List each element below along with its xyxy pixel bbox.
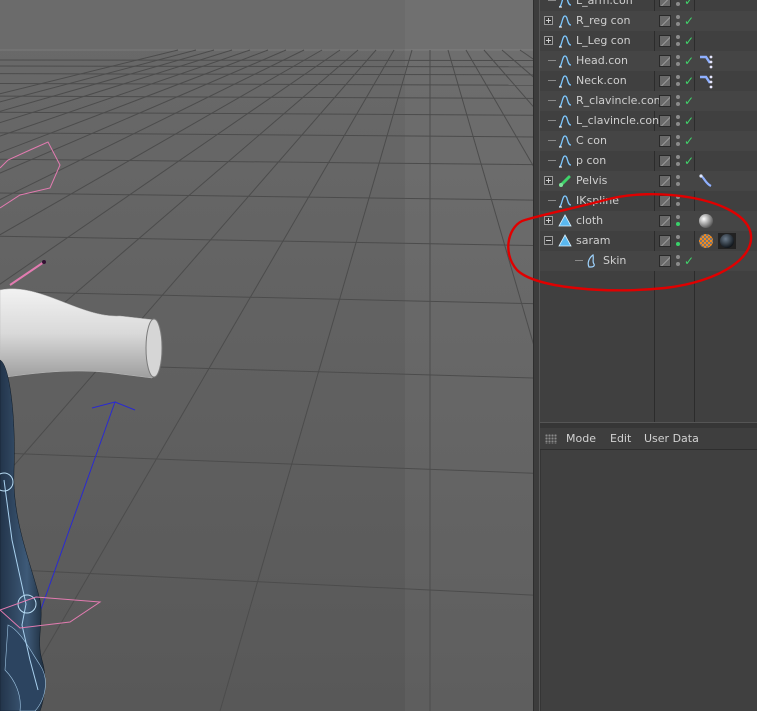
attribute-manager-panel bbox=[540, 450, 757, 711]
visibility-dots[interactable] bbox=[676, 115, 680, 127]
visibility-dots[interactable] bbox=[676, 135, 680, 147]
tree-branch-line bbox=[548, 60, 556, 61]
visibility-dots[interactable] bbox=[676, 155, 680, 167]
enabled-check-icon[interactable]: ✓ bbox=[684, 0, 694, 11]
sleeve-opening bbox=[145, 318, 163, 378]
enabled-check-icon[interactable]: ✓ bbox=[684, 91, 694, 111]
menu-user-data[interactable]: User Data bbox=[644, 432, 699, 445]
object-row-r-reg-con[interactable]: R_reg con ✓ bbox=[540, 11, 757, 31]
menu-edit[interactable]: Edit bbox=[610, 432, 631, 445]
layer-swatch[interactable] bbox=[659, 95, 671, 107]
red-annotation-circle bbox=[507, 193, 753, 292]
enabled-check-icon[interactable]: ✓ bbox=[684, 131, 694, 151]
spline-icon bbox=[558, 114, 572, 128]
spline-icon bbox=[558, 74, 572, 88]
expand-icon[interactable] bbox=[544, 36, 553, 45]
enabled-check-icon[interactable]: ✓ bbox=[684, 151, 694, 171]
object-row-p-con[interactable]: p con ✓ bbox=[540, 151, 757, 171]
enabled-check-icon[interactable]: ✓ bbox=[684, 11, 694, 31]
spline-icon bbox=[558, 54, 572, 68]
layer-swatch[interactable] bbox=[659, 0, 671, 7]
object-name[interactable]: Head.con bbox=[576, 51, 628, 71]
spline-icon bbox=[558, 94, 572, 108]
grip-icon[interactable] bbox=[545, 434, 557, 444]
object-row-l-arm-con[interactable]: L_arm.con ✓ bbox=[540, 0, 757, 11]
tree-branch-line bbox=[548, 120, 556, 121]
visibility-dots[interactable] bbox=[676, 0, 680, 7]
viewport-bright-strip bbox=[405, 0, 533, 711]
object-name[interactable]: R_reg con bbox=[576, 11, 630, 31]
3d-viewport[interactable] bbox=[0, 0, 533, 711]
object-name[interactable]: Pelvis bbox=[576, 171, 607, 191]
enabled-check-icon[interactable]: ✓ bbox=[684, 111, 694, 131]
object-name[interactable]: Neck.con bbox=[576, 71, 627, 91]
spline-icon bbox=[558, 14, 572, 28]
object-row-l-clavincle-con[interactable]: L_clavincle.con ✓ bbox=[540, 111, 757, 131]
layer-swatch[interactable] bbox=[659, 15, 671, 27]
tree-branch-line bbox=[548, 0, 556, 1]
visibility-dots[interactable] bbox=[676, 55, 680, 67]
joint-icon bbox=[558, 174, 572, 188]
tree-branch-line bbox=[548, 160, 556, 161]
bone-handle-dot bbox=[42, 260, 46, 264]
tree-branch-line bbox=[548, 100, 556, 101]
viewport-scene bbox=[0, 0, 533, 711]
object-row-l-leg-con[interactable]: L_Leg con ✓ bbox=[540, 31, 757, 51]
object-row-neck-con[interactable]: Neck.con ✓ bbox=[540, 71, 757, 91]
visibility-dots[interactable] bbox=[676, 95, 680, 107]
object-row-r-clavincle-con[interactable]: R_clavincle.con ✓ bbox=[540, 91, 757, 111]
object-row-c-con[interactable]: C con ✓ bbox=[540, 131, 757, 151]
attribute-manager-menubar: Mode Edit User Data bbox=[540, 428, 757, 450]
layer-swatch[interactable] bbox=[659, 115, 671, 127]
spline-icon bbox=[558, 134, 572, 148]
spline-icon bbox=[558, 0, 572, 8]
visibility-dots[interactable] bbox=[676, 15, 680, 27]
layer-swatch[interactable] bbox=[659, 175, 671, 187]
enabled-check-icon[interactable]: ✓ bbox=[684, 51, 694, 71]
object-name[interactable]: L_clavincle.con bbox=[576, 111, 659, 131]
spline-icon bbox=[558, 154, 572, 168]
enabled-check-icon[interactable]: ✓ bbox=[684, 71, 694, 91]
object-name[interactable]: L_Leg con bbox=[576, 31, 631, 51]
object-row-head-con[interactable]: Head.con ✓ bbox=[540, 51, 757, 71]
enabled-check-icon[interactable]: ✓ bbox=[684, 31, 694, 51]
layer-swatch[interactable] bbox=[659, 35, 671, 47]
constraint-tag-icon[interactable] bbox=[698, 53, 714, 69]
panel-divider[interactable] bbox=[533, 0, 540, 711]
visibility-dots[interactable] bbox=[676, 35, 680, 47]
ik-tag-icon[interactable] bbox=[698, 173, 714, 189]
constraint-tag-icon[interactable] bbox=[698, 73, 714, 89]
expand-icon[interactable] bbox=[544, 16, 553, 25]
visibility-dots[interactable] bbox=[676, 175, 680, 187]
layer-swatch[interactable] bbox=[659, 55, 671, 67]
object-row-pelvis[interactable]: Pelvis bbox=[540, 171, 757, 191]
expand-icon[interactable] bbox=[544, 176, 553, 185]
object-name[interactable]: p con bbox=[576, 151, 606, 171]
object-name[interactable]: C con bbox=[576, 131, 607, 151]
layer-swatch[interactable] bbox=[659, 75, 671, 87]
tree-branch-line bbox=[548, 140, 556, 141]
object-name[interactable]: R_clavincle.con bbox=[576, 91, 661, 111]
menu-mode[interactable]: Mode bbox=[566, 432, 596, 445]
visibility-dots[interactable] bbox=[676, 75, 680, 87]
object-name[interactable]: L_arm.con bbox=[576, 0, 633, 11]
layer-swatch[interactable] bbox=[659, 135, 671, 147]
layer-swatch[interactable] bbox=[659, 155, 671, 167]
tree-branch-line bbox=[548, 80, 556, 81]
spline-icon bbox=[558, 34, 572, 48]
